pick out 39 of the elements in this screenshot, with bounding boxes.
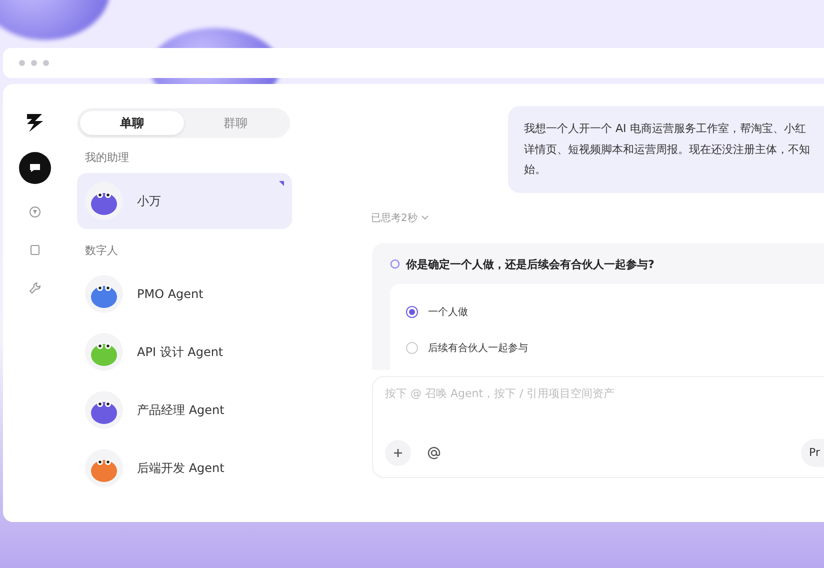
question-text: 你是确定一个人做，还是后续会有合伙人一起参与? — [406, 256, 654, 272]
window-dot-icon — [43, 60, 49, 66]
message-line: 始。 — [524, 162, 547, 178]
mascot-avatar-icon — [85, 275, 123, 313]
agent-item[interactable]: 后端开发 Agent — [77, 440, 292, 496]
section-title: 数字人 — [85, 243, 119, 258]
mode-button[interactable]: Pr — [801, 438, 824, 467]
mascot-avatar-icon — [85, 182, 123, 220]
message-input[interactable]: 按下 @ 召唤 Agent，按下 / 引用项目空间资产 Pr — [372, 376, 824, 478]
at-icon — [427, 446, 441, 460]
section-title: 我的助理 — [85, 150, 130, 165]
add-button[interactable] — [385, 440, 411, 466]
agent-item[interactable]: API 设计 Agent — [77, 324, 292, 380]
message-line: 我想一个人开一个 AI 电商运营服务工作室，帮淘宝、小红 — [524, 121, 807, 137]
radio-button[interactable] — [406, 306, 418, 318]
chevron-down-icon — [421, 214, 430, 221]
option[interactable]: 一个人做 — [406, 294, 824, 330]
tab[interactable]: 单聊 — [80, 111, 184, 135]
mascot-avatar-icon — [85, 449, 123, 487]
window-dot-icon — [19, 60, 25, 66]
plus-icon — [393, 448, 403, 458]
corner-mark-icon — [279, 181, 284, 186]
mascot-avatar-icon — [85, 333, 123, 371]
agent-item[interactable]: 产品经理 Agent — [77, 382, 292, 438]
agent-name: 产品经理 Agent — [137, 402, 224, 418]
option-label: 后续有合伙人一起参与 — [428, 342, 528, 355]
chat-icon[interactable] — [19, 152, 51, 184]
agent-name: 后端开发 Agent — [137, 460, 224, 476]
message-line: 详情页、短视频脚本和运营周报。现在还没注册主体，不知 — [524, 142, 811, 158]
spinner-icon — [390, 259, 400, 270]
agent-name: 小万 — [137, 192, 161, 210]
agent-name: PMO Agent — [137, 287, 204, 301]
mascot-avatar-icon — [85, 391, 123, 429]
agent-name: API 设计 Agent — [137, 344, 224, 360]
window-dot-icon — [31, 60, 37, 66]
agent-item[interactable]: PMO Agent — [77, 266, 292, 322]
option[interactable]: 后续有合伙人一起参与 — [406, 330, 824, 366]
option-label: 一个人做 — [428, 306, 468, 319]
agent-item[interactable]: 小万 — [77, 173, 292, 229]
